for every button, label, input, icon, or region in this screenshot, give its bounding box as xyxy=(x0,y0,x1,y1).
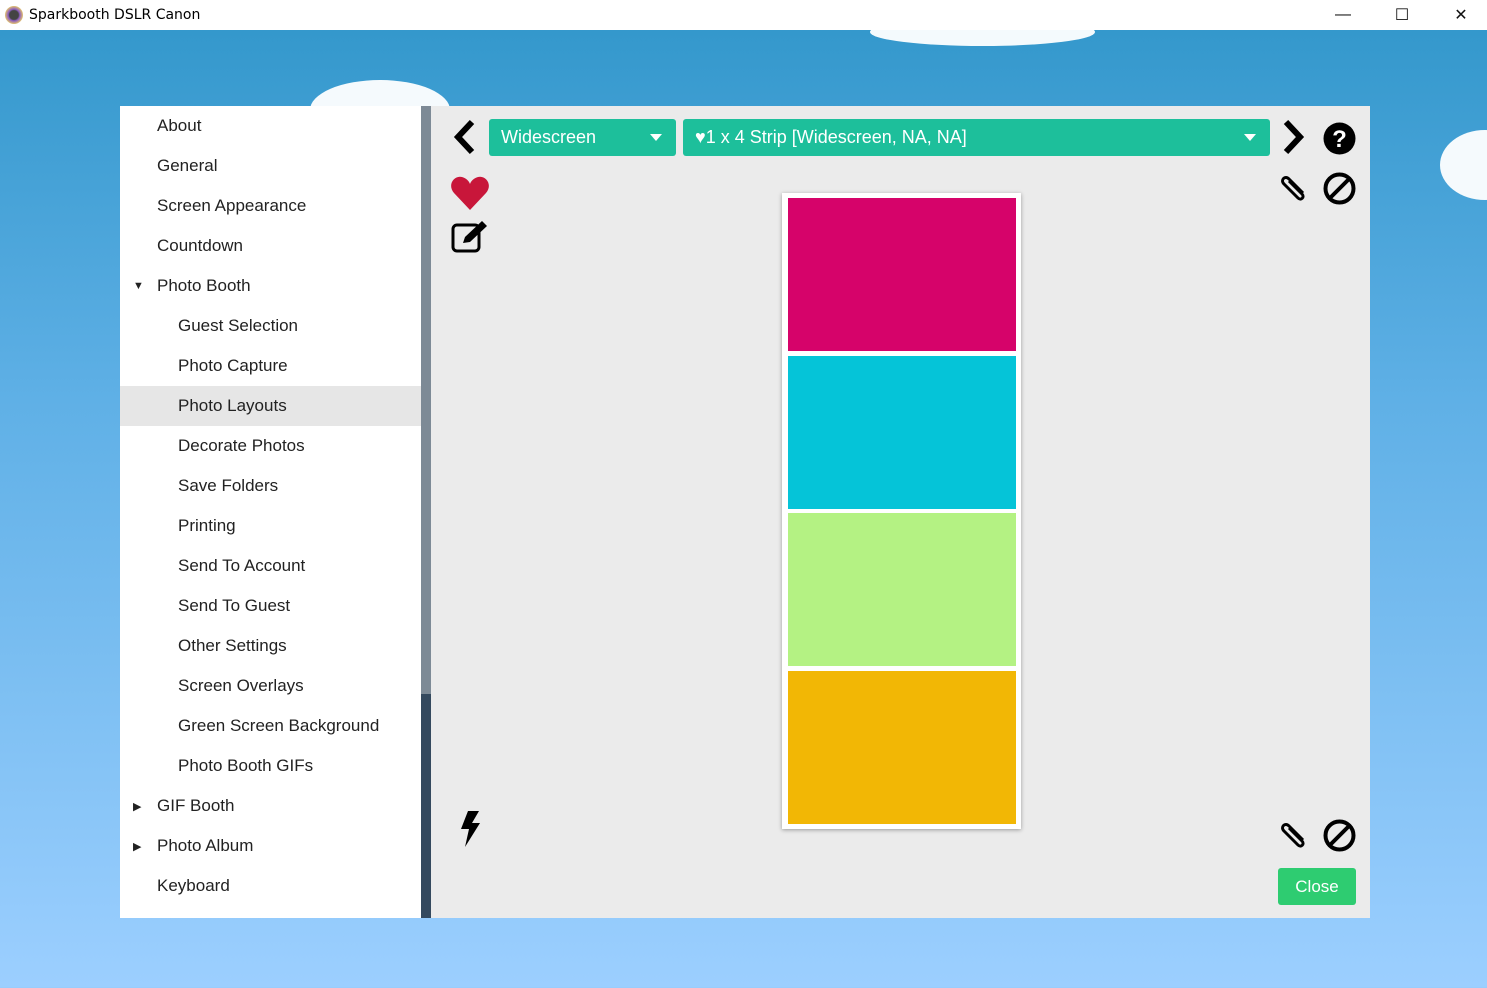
sidebar-item-save-folders[interactable]: Save Folders xyxy=(120,466,421,506)
format-value: Widescreen xyxy=(501,127,597,147)
photo-slot-2 xyxy=(788,355,1016,509)
sidebar-item-label: Photo Booth xyxy=(157,276,251,295)
lightning-bolt-icon[interactable] xyxy=(457,809,483,849)
sidebar-item-label: Screen Appearance xyxy=(157,196,307,215)
sidebar-item-photo-booth[interactable]: ▼ Photo Booth xyxy=(120,266,421,306)
photo-slot-3 xyxy=(788,513,1016,666)
sidebar-item-other-settings[interactable]: Other Settings xyxy=(120,626,421,666)
sidebar-item-label: Save Folders xyxy=(178,476,279,495)
next-layout-button[interactable] xyxy=(1281,118,1307,156)
sidebar-item-label: Countdown xyxy=(157,236,244,255)
maximize-button[interactable]: ☐ xyxy=(1373,0,1431,30)
sidebar-item-send-to-account[interactable]: Send To Account xyxy=(120,546,421,586)
sidebar-item-label: Keyboard xyxy=(157,876,230,895)
sidebar-item-about[interactable]: About xyxy=(120,106,421,146)
photo-layouts-panel: Widescreen ♥1 x 4 Strip [Widescreen, NA,… xyxy=(431,106,1370,918)
sidebar-item-general[interactable]: General xyxy=(120,146,421,186)
sidebar-item-photo-capture[interactable]: Photo Capture xyxy=(120,346,421,386)
sidebar-item-screen-appearance[interactable]: Screen Appearance xyxy=(120,186,421,226)
sidebar-item-photo-layouts[interactable]: Photo Layouts xyxy=(120,386,421,426)
cloud-decoration xyxy=(870,18,1095,46)
favorite-heart-icon[interactable] xyxy=(449,174,491,212)
sidebar-item-label: Photo Booth GIFs xyxy=(178,756,314,775)
no-symbol-icon[interactable] xyxy=(1322,818,1356,852)
sidebar-item-label: Photo Album xyxy=(157,836,254,855)
chevron-down-icon xyxy=(1244,134,1256,141)
edit-layout-icon[interactable] xyxy=(451,219,489,253)
sidebar-item-countdown[interactable]: Countdown xyxy=(120,226,421,266)
layout-value: ♥1 x 4 Strip [Widescreen, NA, NA] xyxy=(695,127,967,147)
sidebar-item-printing[interactable]: Printing xyxy=(120,506,421,546)
caret-right-icon[interactable]: ▶ xyxy=(133,800,141,813)
caret-right-icon[interactable]: ▶ xyxy=(133,840,141,853)
title-bar: Sparkbooth DSLR Canon — ☐ ✕ xyxy=(0,0,1487,30)
settings-sidebar: About General Screen Appearance Countdown ▼ P… xyxy=(120,106,421,918)
sidebar-item-label: Decorate Photos xyxy=(178,436,305,455)
close-button[interactable]: Close xyxy=(1278,868,1356,905)
caret-down-icon[interactable]: ▼ xyxy=(133,280,144,292)
sidebar-item-label: Other Settings xyxy=(178,636,287,655)
paperclip-icon[interactable] xyxy=(1276,817,1310,853)
photo-slot-4 xyxy=(788,670,1016,824)
sidebar-item-guest-selection[interactable]: Guest Selection xyxy=(120,306,421,346)
svg-text:?: ? xyxy=(1332,126,1347,153)
window-title: Sparkbooth DSLR Canon xyxy=(29,7,201,23)
sidebar-item-label: GIF Booth xyxy=(157,796,235,815)
sidebar-item-decorate-photos[interactable]: Decorate Photos xyxy=(120,426,421,466)
chevron-down-icon xyxy=(650,134,662,141)
sidebar-item-send-to-guest[interactable]: Send To Guest xyxy=(120,586,421,626)
app-camera-icon xyxy=(5,6,23,24)
paperclip-icon[interactable] xyxy=(1276,170,1310,206)
sidebar-item-label: About xyxy=(157,116,202,135)
sidebar-item-label: Screen Overlays xyxy=(178,676,304,695)
photo-slot-1 xyxy=(788,198,1016,351)
sidebar-item-green-screen-background[interactable]: Green Screen Background xyxy=(120,706,421,746)
sidebar-item-label: Send To Guest xyxy=(178,596,291,615)
format-dropdown[interactable]: Widescreen xyxy=(489,119,676,156)
photo-strip-preview xyxy=(782,193,1021,829)
sidebar-item-label: Photo Layouts xyxy=(178,396,287,415)
no-symbol-icon[interactable] xyxy=(1322,171,1356,205)
sidebar-scrollbar[interactable] xyxy=(421,106,431,918)
cloud-decoration xyxy=(1440,130,1487,200)
sidebar-item-label: Green Screen Background xyxy=(178,716,380,735)
sidebar-item-label: General xyxy=(157,156,218,175)
help-icon[interactable]: ? xyxy=(1322,121,1356,155)
sidebar-item-screen-overlays[interactable]: Screen Overlays xyxy=(120,666,421,706)
layout-dropdown[interactable]: ♥1 x 4 Strip [Widescreen, NA, NA] xyxy=(683,119,1270,156)
minimize-button[interactable]: — xyxy=(1314,0,1372,30)
sidebar-item-label: Send To Account xyxy=(178,556,306,575)
sidebar-item-keyboard[interactable]: Keyboard xyxy=(120,866,421,906)
previous-layout-button[interactable] xyxy=(451,118,477,156)
sidebar-item-photo-booth-gifs[interactable]: Photo Booth GIFs xyxy=(120,746,421,786)
sidebar-item-label: Photo Capture xyxy=(178,356,288,375)
close-window-button[interactable]: ✕ xyxy=(1432,0,1487,30)
scrollbar-thumb[interactable] xyxy=(421,106,431,694)
sidebar-item-label: Guest Selection xyxy=(178,316,299,335)
sidebar-item-label: Printing xyxy=(178,516,236,535)
sidebar-item-gif-booth[interactable]: ▶ GIF Booth xyxy=(120,786,421,826)
sidebar-item-photo-album[interactable]: ▶ Photo Album xyxy=(120,826,421,866)
